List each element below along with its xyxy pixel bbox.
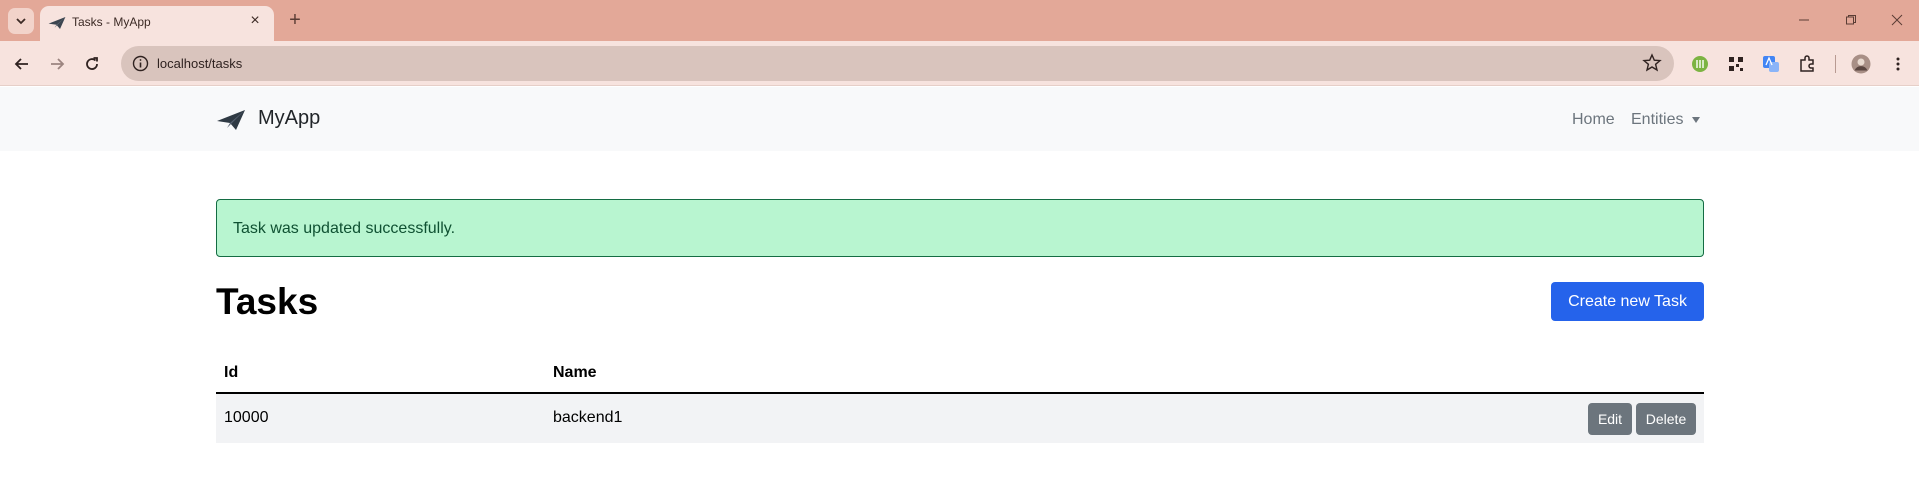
translate-icon — [1763, 56, 1779, 72]
browser-tab-active[interactable]: Tasks - MyApp × — [40, 6, 274, 41]
delete-button[interactable]: Delete — [1636, 403, 1696, 435]
extension-translate-button[interactable] — [1758, 51, 1784, 77]
close-window-button[interactable] — [1882, 8, 1912, 32]
page-title: Tasks — [216, 281, 319, 322]
arrow-left-icon — [14, 58, 28, 70]
info-icon[interactable] — [131, 54, 150, 73]
back-button[interactable] — [9, 51, 35, 77]
success-alert: Task was updated successfully. — [216, 199, 1704, 257]
browser-toolbar: localhost/tasks — [0, 41, 1919, 86]
more-vert-icon — [1896, 57, 1900, 71]
address-bar[interactable]: localhost/tasks — [121, 46, 1674, 81]
table-row: 10000 backend1 Edit Delete — [216, 394, 1704, 443]
reload-button[interactable] — [79, 51, 105, 77]
minimize-icon — [1799, 19, 1809, 21]
nav-link-home[interactable]: Home — [1572, 111, 1615, 129]
column-header-id: Id — [224, 364, 239, 381]
app-navbar: MyApp Home Entities — [0, 87, 1919, 151]
browser-tabstrip: Tasks - MyApp × + — [0, 0, 1919, 41]
profile-button[interactable] — [1848, 51, 1874, 77]
nav-dropdown-entities[interactable]: Entities — [1631, 111, 1683, 129]
paper-plane-icon[interactable] — [216, 109, 246, 131]
tab-title: Tasks - MyApp — [72, 15, 151, 29]
chevron-down-icon — [16, 18, 26, 25]
restore-icon — [1846, 15, 1856, 25]
toolbar-divider — [1835, 55, 1836, 73]
paper-plane-icon — [48, 17, 66, 29]
arrow-right-icon — [51, 58, 65, 70]
brand-name[interactable]: MyApp — [258, 107, 320, 130]
caret-down-icon[interactable] — [1692, 117, 1700, 123]
restore-button[interactable] — [1836, 8, 1866, 32]
extension-sheets-button[interactable] — [1687, 51, 1713, 77]
star-icon[interactable] — [1642, 53, 1662, 73]
reload-icon — [86, 57, 98, 70]
url-text[interactable]: localhost/tasks — [157, 56, 242, 71]
tab-search-button[interactable] — [8, 8, 34, 34]
edit-button[interactable]: Edit — [1588, 403, 1632, 435]
table-header: Id Name — [216, 355, 1704, 394]
avatar — [1851, 54, 1871, 74]
forward-button[interactable] — [44, 51, 70, 77]
tasks-table: Id Name 10000 backend1 Edit Delete — [216, 355, 1704, 443]
qr-code-icon — [1729, 57, 1743, 71]
task-name-cell: backend1 — [553, 409, 623, 426]
sheets-extension-icon — [1692, 56, 1708, 72]
task-id-cell: 10000 — [224, 409, 269, 426]
puzzle-icon — [1800, 55, 1814, 72]
close-window-icon — [1891, 14, 1903, 26]
alert-message: Task was updated successfully. — [233, 220, 456, 237]
create-task-button[interactable]: Create new Task — [1551, 282, 1704, 321]
extension-qr-button[interactable] — [1723, 51, 1749, 77]
close-icon[interactable]: × — [246, 12, 264, 30]
extensions-button[interactable] — [1794, 51, 1820, 77]
column-header-name: Name — [553, 364, 597, 381]
minimize-button[interactable] — [1789, 8, 1819, 32]
new-tab-button[interactable]: + — [283, 8, 307, 32]
browser-menu-button[interactable] — [1885, 51, 1911, 77]
